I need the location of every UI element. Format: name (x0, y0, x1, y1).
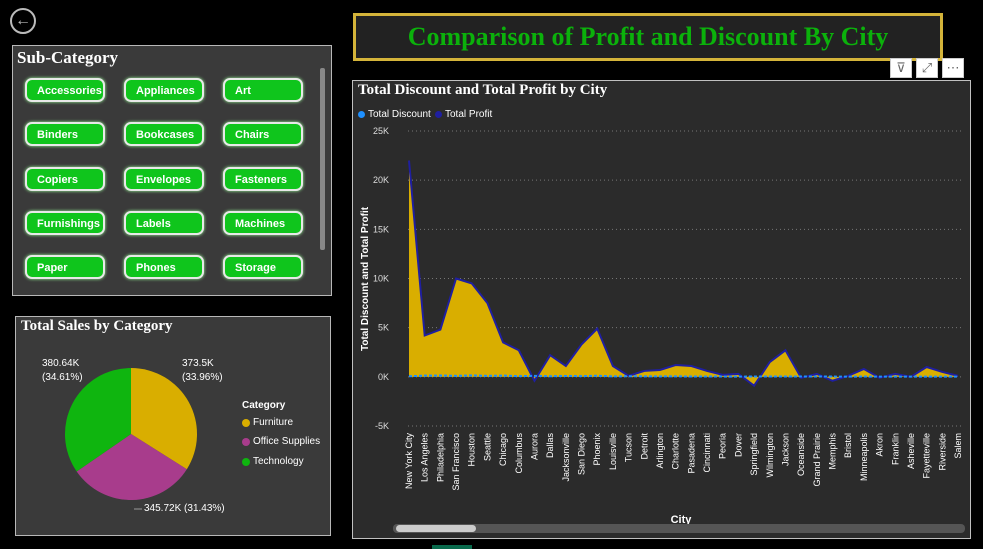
x-tick-label: Phoenix (592, 433, 602, 466)
label-office-pct: (31.43%) (184, 503, 225, 514)
subcategory-chip-envelopes[interactable]: Envelopes (124, 167, 204, 191)
x-tick-label: Pasadena (686, 433, 696, 474)
label-furniture-pct: (33.96%) (182, 372, 223, 383)
profit-area (409, 160, 958, 386)
x-tick-label: Fayetteville (922, 433, 932, 479)
sales-by-category-panel: Total Sales by Category 373.5K (33.96%) … (15, 316, 331, 536)
x-tick-label: Columbus (514, 433, 524, 474)
subcategory-chip-accessories[interactable]: Accessories (25, 78, 105, 102)
legend-dot (242, 418, 250, 427)
y-axis-label: Total Discount and Total Profit (360, 206, 371, 351)
subcategory-slicer: Sub-Category Accessories Appliances Art Bin… (12, 45, 332, 296)
page-tab-indicator (432, 545, 472, 549)
legend-dot (242, 457, 250, 466)
x-tick-label: Cincinnati (702, 433, 712, 473)
label-office-supplies: 345.72K (31.43%) (144, 502, 225, 516)
subcategory-scrollbar[interactable] (320, 68, 325, 250)
chart-scrollbar-thumb[interactable] (396, 525, 476, 532)
legend-label: Technology (253, 456, 304, 467)
x-tick-label: Los Angeles (420, 433, 430, 483)
y-tick-label: 15K (373, 224, 389, 234)
filter-icon[interactable]: ⊽ (890, 58, 912, 78)
subcategory-chip-phones[interactable]: Phones (124, 255, 204, 279)
x-tick-label: San Diego (577, 433, 587, 475)
subcategory-chip-fasteners[interactable]: Fasteners (223, 167, 303, 191)
y-tick-label: 5K (378, 323, 389, 333)
y-tick-label: 25K (373, 126, 389, 136)
x-tick-label: Detroit (639, 433, 649, 460)
x-tick-label: Charlotte (671, 433, 681, 470)
x-tick-label: Springfield (749, 433, 759, 476)
area-chart: -5K 0K 5K 10K 15K 20K 25K New York City Los Ange… (360, 126, 963, 526)
legend-dot (242, 437, 250, 446)
subcategory-title: Sub-Category (17, 48, 119, 67)
pie-legend-title: Category (242, 400, 286, 411)
legend-technology[interactable]: Technology (242, 456, 304, 467)
x-tick-label: Philadelphia (435, 433, 445, 482)
subcategory-chip-chairs[interactable]: Chairs (223, 122, 303, 146)
subcategory-chip-copiers[interactable]: Copiers (25, 167, 105, 191)
focus-mode-icon[interactable]: ⤢ (916, 58, 938, 78)
x-tick-label: Jackson (780, 433, 790, 466)
subcategory-chip-furnishings[interactable]: Furnishings (25, 211, 105, 235)
back-arrow-icon: ← (15, 12, 31, 29)
dashboard-title-box: Comparison of Profit and Discount By Cit… (353, 13, 943, 61)
x-tick-label: Memphis (828, 433, 838, 470)
more-options-icon[interactable]: ⋯ (942, 58, 964, 78)
x-tick-label: Houston (467, 433, 477, 467)
x-tick-label: Dallas (545, 433, 555, 459)
x-tick-label: Akron (875, 433, 885, 457)
x-tick-label: Minneapolis (859, 433, 869, 482)
x-tick-label: Franklin (890, 433, 900, 465)
x-tick-label: New York City (404, 433, 414, 490)
x-tick-label: Chicago (498, 433, 508, 466)
legend-office-supplies[interactable]: Office Supplies (242, 436, 320, 447)
x-tick-label: Louisville (608, 433, 618, 470)
profit-discount-chart-panel: Total Discount and Total Profit by City … (352, 80, 971, 539)
x-tick-label: Riverside (937, 433, 947, 471)
back-button[interactable]: ← (10, 8, 36, 34)
label-office-value: 345.72K (144, 503, 182, 514)
x-tick-label: Wilmington (765, 433, 775, 478)
legend-label: Furniture (253, 417, 294, 428)
x-tick-label: Dover (733, 433, 743, 457)
subcategory-chip-art[interactable]: Art (223, 78, 303, 102)
visual-toolbar: ⊽ ⤢ ⋯ (890, 58, 964, 78)
legend-furniture[interactable]: Furniture (242, 417, 293, 428)
label-furniture-value: 373.5K (182, 358, 214, 369)
subcategory-chip-appliances[interactable]: Appliances (124, 78, 204, 102)
x-tick-label: Tucson (624, 433, 634, 462)
x-tick-label: Peoria (718, 433, 728, 459)
subcategory-chip-paper[interactable]: Paper (25, 255, 105, 279)
subcategory-chip-machines[interactable]: Machines (223, 211, 303, 235)
y-tick-label: 20K (373, 175, 389, 185)
label-furniture: 373.5K (33.96%) (182, 357, 223, 385)
legend-label: Office Supplies (253, 436, 321, 447)
x-tick-label: Arlington (655, 433, 665, 469)
x-tick-label: Jacksonville (561, 433, 571, 482)
label-technology-value: 380.64K (42, 358, 80, 369)
subcategory-chip-labels[interactable]: Labels (124, 211, 204, 235)
y-tick-label: 0K (378, 372, 389, 382)
subcategory-chip-bookcases[interactable]: Bookcases (124, 122, 204, 146)
subcategory-chip-binders[interactable]: Binders (25, 122, 105, 146)
label-technology: 380.64K (34.61%) (42, 357, 83, 385)
chart-scroll-track (393, 524, 965, 533)
label-technology-pct: (34.61%) (42, 372, 83, 383)
y-tick-label: 10K (373, 274, 389, 284)
subcategory-chip-storage[interactable]: Storage (223, 255, 303, 279)
y-tick-label: -5K (375, 421, 389, 431)
x-tick-label: Asheville (906, 433, 916, 469)
x-tick-label: San Francisco (451, 433, 461, 491)
x-tick-label: Grand Prairie (812, 433, 822, 487)
x-tick-label: Aurora (529, 433, 539, 460)
x-tick-label: Oceanside (796, 433, 806, 476)
x-tick-label: Bristol (843, 433, 853, 458)
dashboard-title: Comparison of Profit and Discount By Cit… (407, 22, 889, 51)
x-tick-label: Salem (953, 433, 963, 459)
x-tick-label: Seattle (482, 433, 492, 461)
